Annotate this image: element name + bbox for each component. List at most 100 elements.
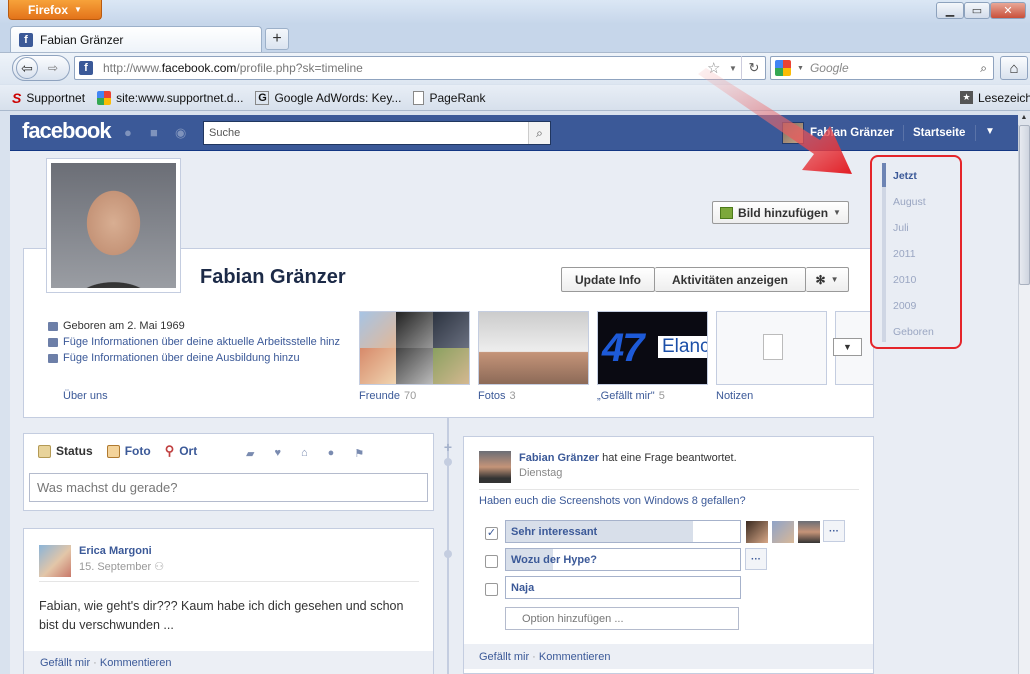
tab-photo[interactable]: Foto <box>106 444 151 458</box>
comment-link[interactable]: Kommentieren <box>100 657 172 669</box>
option-checkbox-checked[interactable]: ✓ <box>485 527 498 540</box>
avatar[interactable] <box>39 545 71 577</box>
tab-place[interactable]: ⚲ Ort <box>165 443 198 459</box>
tile-count: 70 <box>403 390 417 402</box>
flag-icon[interactable]: ⚑ <box>354 447 364 460</box>
url-bar[interactable]: f http://www. facebook.com/profile.php?sk… <box>74 56 766 80</box>
option-checkbox[interactable] <box>485 583 498 596</box>
timeline-nav-born[interactable]: Geboren <box>893 326 934 338</box>
facebook-search-input[interactable]: Suche <box>203 121 551 145</box>
home-icon[interactable]: ⌂ <box>301 447 308 460</box>
add-work-link[interactable]: Füge Informationen über deine aktuelle A… <box>48 334 340 350</box>
home-button[interactable]: ⌂ <box>1000 56 1028 80</box>
poll-option[interactable]: Wozu der Hype? <box>505 548 741 571</box>
photos-label[interactable]: Fotos 3 <box>478 390 516 402</box>
search-icon[interactable]: ⌕ <box>980 61 987 76</box>
likes-tile[interactable]: 47 Elance <box>597 311 708 385</box>
voter-avatar[interactable] <box>797 520 821 544</box>
bookmark-item[interactable]: site:www.supportnet.d... <box>97 90 244 105</box>
back-arrow-icon: ⇦ <box>21 59 33 76</box>
bookmark-label: PageRank <box>429 90 486 105</box>
tile-label: Notizen <box>716 390 754 402</box>
forward-button[interactable]: ⇨ <box>48 61 58 75</box>
tile-label: Freunde <box>359 390 400 402</box>
poll-option[interactable]: Naja <box>505 576 741 599</box>
google-icon <box>97 90 112 105</box>
add-picture-button[interactable]: Bild hinzufügen ▼ <box>712 201 849 224</box>
avatar[interactable] <box>479 451 511 483</box>
timeline-nav-now[interactable]: Jetzt <box>893 170 917 182</box>
timeline-nav-2010[interactable]: 2010 <box>893 274 916 286</box>
photos-tile[interactable] <box>478 311 589 385</box>
question-text[interactable]: Haben euch die Screenshots von Windows 8… <box>479 495 746 507</box>
scrollbar-thumb[interactable] <box>1019 125 1030 285</box>
scroll-up-button[interactable]: ▲ <box>1018 111 1030 125</box>
update-info-button[interactable]: Update Info <box>561 267 655 292</box>
friend-thumb <box>360 312 397 348</box>
messages-icon[interactable]: ■ <box>150 125 164 140</box>
add-story-plus-icon[interactable]: + <box>441 440 455 454</box>
notifications-globe-icon[interactable]: ◉ <box>175 125 189 140</box>
poll-option[interactable]: Sehr interessant <box>505 520 741 543</box>
apple-icon[interactable]: ● <box>328 447 335 460</box>
voter-avatar[interactable] <box>771 520 795 544</box>
facebook-search-button[interactable]: ⌕ <box>528 122 550 144</box>
browser-tab[interactable]: f Fabian Gränzer <box>10 26 262 52</box>
chevron-down-icon: ▼ <box>833 208 841 217</box>
account-dropdown-icon[interactable]: ▼ <box>985 126 995 137</box>
timeline-nav-july[interactable]: Juli <box>893 222 909 234</box>
more-voters-button[interactable]: ··· <box>823 520 845 542</box>
friend-requests-icon[interactable]: ● <box>124 125 138 140</box>
spine-dot <box>444 458 452 466</box>
tab-label: Foto <box>124 444 151 458</box>
bookmarks-toolbar: S Supportnet site:www.supportnet.d... G Go… <box>0 85 1030 111</box>
close-window-button[interactable]: ✕ <box>990 2 1026 19</box>
tab-status[interactable]: Status <box>38 444 93 458</box>
maximize-button[interactable]: ▭ <box>964 2 990 19</box>
notes-label[interactable]: Notizen <box>716 390 753 402</box>
post-author[interactable]: Erica Margoni <box>79 545 152 557</box>
option-checkbox[interactable] <box>485 555 498 568</box>
work-icon[interactable]: ▰ <box>246 447 254 460</box>
add-education-link[interactable]: Füge Informationen über deine Ausbildung… <box>48 350 340 366</box>
spine-dot <box>444 550 452 558</box>
bookmark-item[interactable]: S Supportnet <box>12 90 85 106</box>
likes-label[interactable]: „Gefällt mir" 5 <box>597 390 665 402</box>
bookmarks-menu[interactable]: ★ Lesezeichen <box>960 91 1030 105</box>
post-text: Fabian, wie geht's dir??? Kaum habe ich … <box>39 599 404 632</box>
more-voters-button[interactable]: ··· <box>745 548 767 570</box>
friends-label[interactable]: Freunde 70 <box>359 390 416 402</box>
more-tiles-dropdown[interactable]: ▼ <box>833 338 862 356</box>
heart-icon[interactable]: ♥ <box>274 447 281 460</box>
settings-dropdown-button[interactable]: ✻ ▼ <box>806 267 849 292</box>
about-link[interactable]: Über uns <box>63 390 108 402</box>
minimize-button[interactable]: ▁ <box>936 2 964 19</box>
add-option-input[interactable]: Option hinzufügen ... <box>505 607 739 630</box>
post-date: 15. September ⚇ <box>79 560 164 573</box>
bookmark-label: site:www.supportnet.d... <box>116 90 244 105</box>
timeline-nav-august[interactable]: August <box>893 196 926 208</box>
facebook-logo[interactable]: facebook <box>22 118 112 144</box>
timeline-nav-2011[interactable]: 2011 <box>893 248 916 260</box>
voter-avatar[interactable] <box>745 520 769 544</box>
facebook-search-placeholder: Suche <box>209 127 241 139</box>
profile-picture[interactable] <box>46 158 181 293</box>
chevron-down-icon: ▼ <box>843 342 852 352</box>
friend-thumb <box>432 348 469 384</box>
post-author[interactable]: Fabian Gränzer <box>519 452 599 464</box>
notes-tile[interactable] <box>716 311 827 385</box>
home-link[interactable]: Startseite <box>913 127 965 139</box>
timeline-nav-2009[interactable]: 2009 <box>893 300 916 312</box>
bookmark-item[interactable]: PageRank <box>413 90 486 105</box>
activity-log-button[interactable]: Aktivitäten anzeigen <box>655 267 806 292</box>
new-tab-button[interactable]: + <box>265 28 289 50</box>
like-link[interactable]: Gefällt mir <box>40 657 90 669</box>
graduation-cap-icon <box>48 353 58 363</box>
like-link[interactable]: Gefällt mir <box>479 651 529 663</box>
comment-link[interactable]: Kommentieren <box>539 651 611 663</box>
status-input[interactable]: Was machst du gerade? <box>29 473 428 502</box>
firefox-menu-button[interactable]: Firefox ▼ <box>8 0 102 20</box>
bookmark-item[interactable]: G Google AdWords: Key... <box>255 90 401 105</box>
back-button[interactable]: ⇦ <box>16 57 38 79</box>
friends-tile[interactable] <box>359 311 470 385</box>
